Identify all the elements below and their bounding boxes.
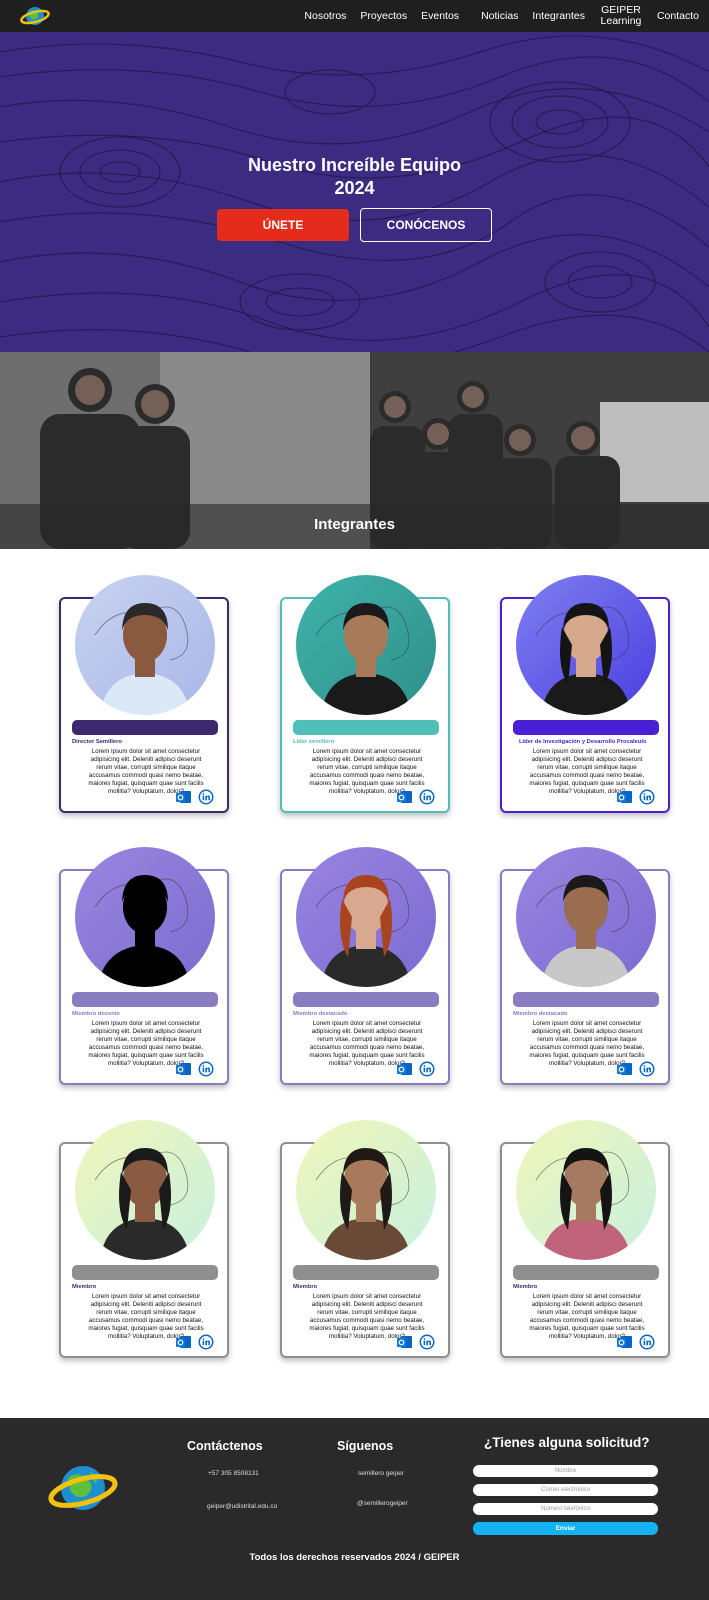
team-photo-banner: Integrantes	[0, 352, 709, 549]
hero-title-line2: 2024	[334, 178, 375, 198]
globe-logo-icon[interactable]	[20, 4, 50, 28]
outlook-icon[interactable]	[397, 1062, 412, 1076]
follow-title: Síguenos	[337, 1439, 394, 1453]
linkedin-icon[interactable]	[419, 1334, 435, 1350]
linkedin-icon[interactable]	[198, 1061, 214, 1077]
member-role: Miembro	[513, 1284, 538, 1290]
member-avatar	[75, 1120, 215, 1260]
member-role: Líder de Investigación y Desarrollo Proc…	[519, 739, 647, 745]
member-role: Director Semillero	[72, 739, 122, 745]
member-role: Miembro destacado	[513, 1011, 568, 1017]
member-description: Lorem ipsum dolor sit amet consectetur a…	[529, 1020, 645, 1067]
footer: Contáctenos +57 305 8508131 geiper@udist…	[0, 1418, 709, 1600]
role-bar	[293, 1265, 439, 1280]
member-role: Miembro docente	[72, 1011, 120, 1017]
member-avatar	[516, 575, 656, 715]
top-nav: Nosotros Proyectos Eventos Noticias Inte…	[0, 0, 709, 32]
contact-phone[interactable]: +57 305 8508131	[208, 1470, 259, 1477]
member-role: Miembro	[72, 1284, 97, 1290]
nav-geiper-learning-line2: Learning	[600, 15, 642, 27]
outlook-icon[interactable]	[617, 790, 632, 804]
member-avatar	[75, 847, 215, 987]
linkedin-icon[interactable]	[419, 789, 435, 805]
member-avatar	[296, 575, 436, 715]
role-bar	[72, 992, 218, 1007]
nav-integrantes[interactable]: Integrantes	[532, 10, 585, 22]
nav-geiper-learning[interactable]: GEIPER Learning	[599, 5, 643, 27]
outlook-icon[interactable]	[397, 790, 412, 804]
hero-title: Nuestro Increíble Equipo 2024	[0, 154, 709, 200]
nav-noticias[interactable]: Noticias	[481, 10, 518, 22]
role-bar	[513, 992, 659, 1007]
contact-email[interactable]: geiper@udistrital.edu.co	[207, 1503, 277, 1510]
outlook-icon[interactable]	[617, 1335, 632, 1349]
outlook-icon[interactable]	[617, 1062, 632, 1076]
linkedin-icon[interactable]	[198, 789, 214, 805]
copyright: Todos los derechos reservados 2024 / GEI…	[249, 1552, 460, 1563]
phone-field[interactable]: Número telefónico	[473, 1503, 658, 1515]
member-description: Lorem ipsum dolor sit amet consectetur a…	[88, 1293, 204, 1340]
contact-title: Contáctenos	[187, 1439, 263, 1453]
member-role: Líder semillero	[293, 739, 335, 745]
member-description: Lorem ipsum dolor sit amet consectetur a…	[309, 1293, 425, 1340]
social-facebook[interactable]: semillero geiper	[358, 1470, 404, 1477]
hero-title-line1: Nuestro Increíble Equipo	[247, 155, 462, 175]
linkedin-icon[interactable]	[639, 1061, 655, 1077]
role-bar	[72, 720, 218, 735]
member-description: Lorem ipsum dolor sit amet consectetur a…	[309, 1020, 425, 1067]
linkedin-icon[interactable]	[419, 1061, 435, 1077]
member-avatar	[516, 1120, 656, 1260]
outlook-icon[interactable]	[176, 1062, 191, 1076]
role-bar	[293, 720, 439, 735]
member-role: Miembro	[293, 1284, 318, 1290]
email-field[interactable]: Correo electrónico	[473, 1484, 658, 1496]
outlook-icon[interactable]	[176, 1335, 191, 1349]
member-avatar	[296, 847, 436, 987]
name-field[interactable]: Nombre	[473, 1465, 658, 1477]
meet-us-button[interactable]: CONÓCENOS	[360, 208, 492, 242]
nav-proyectos[interactable]: Proyectos	[360, 10, 407, 22]
member-description: Lorem ipsum dolor sit amet consectetur a…	[529, 748, 645, 795]
linkedin-icon[interactable]	[198, 1334, 214, 1350]
role-bar	[293, 992, 439, 1007]
join-button[interactable]: ÚNETE	[217, 209, 349, 241]
role-bar	[513, 720, 659, 735]
member-avatar	[296, 1120, 436, 1260]
member-avatar	[75, 575, 215, 715]
nav-nosotros[interactable]: Nosotros	[304, 10, 346, 22]
globe-logo-icon	[48, 1466, 118, 1510]
linkedin-icon[interactable]	[639, 1334, 655, 1350]
member-description: Lorem ipsum dolor sit amet consectetur a…	[88, 748, 204, 795]
section-title-integrantes: Integrantes	[314, 516, 395, 533]
nav-contacto[interactable]: Contacto	[657, 10, 699, 22]
member-role: Miembro destacado	[293, 1011, 348, 1017]
form-title: ¿Tienes alguna solicitud?	[484, 1435, 650, 1450]
member-description: Lorem ipsum dolor sit amet consectetur a…	[309, 748, 425, 795]
member-description: Lorem ipsum dolor sit amet consectetur a…	[88, 1020, 204, 1067]
outlook-icon[interactable]	[176, 790, 191, 804]
linkedin-icon[interactable]	[639, 789, 655, 805]
member-description: Lorem ipsum dolor sit amet consectetur a…	[529, 1293, 645, 1340]
submit-button[interactable]: Enviar	[473, 1522, 658, 1535]
nav-eventos[interactable]: Eventos	[421, 10, 459, 22]
social-instagram[interactable]: @semillerogeiper	[357, 1500, 408, 1507]
role-bar	[513, 1265, 659, 1280]
hero-section: Nuestro Increíble Equipo 2024 ÚNETE CONÓ…	[0, 32, 709, 352]
role-bar	[72, 1265, 218, 1280]
member-avatar	[516, 847, 656, 987]
outlook-icon[interactable]	[397, 1335, 412, 1349]
